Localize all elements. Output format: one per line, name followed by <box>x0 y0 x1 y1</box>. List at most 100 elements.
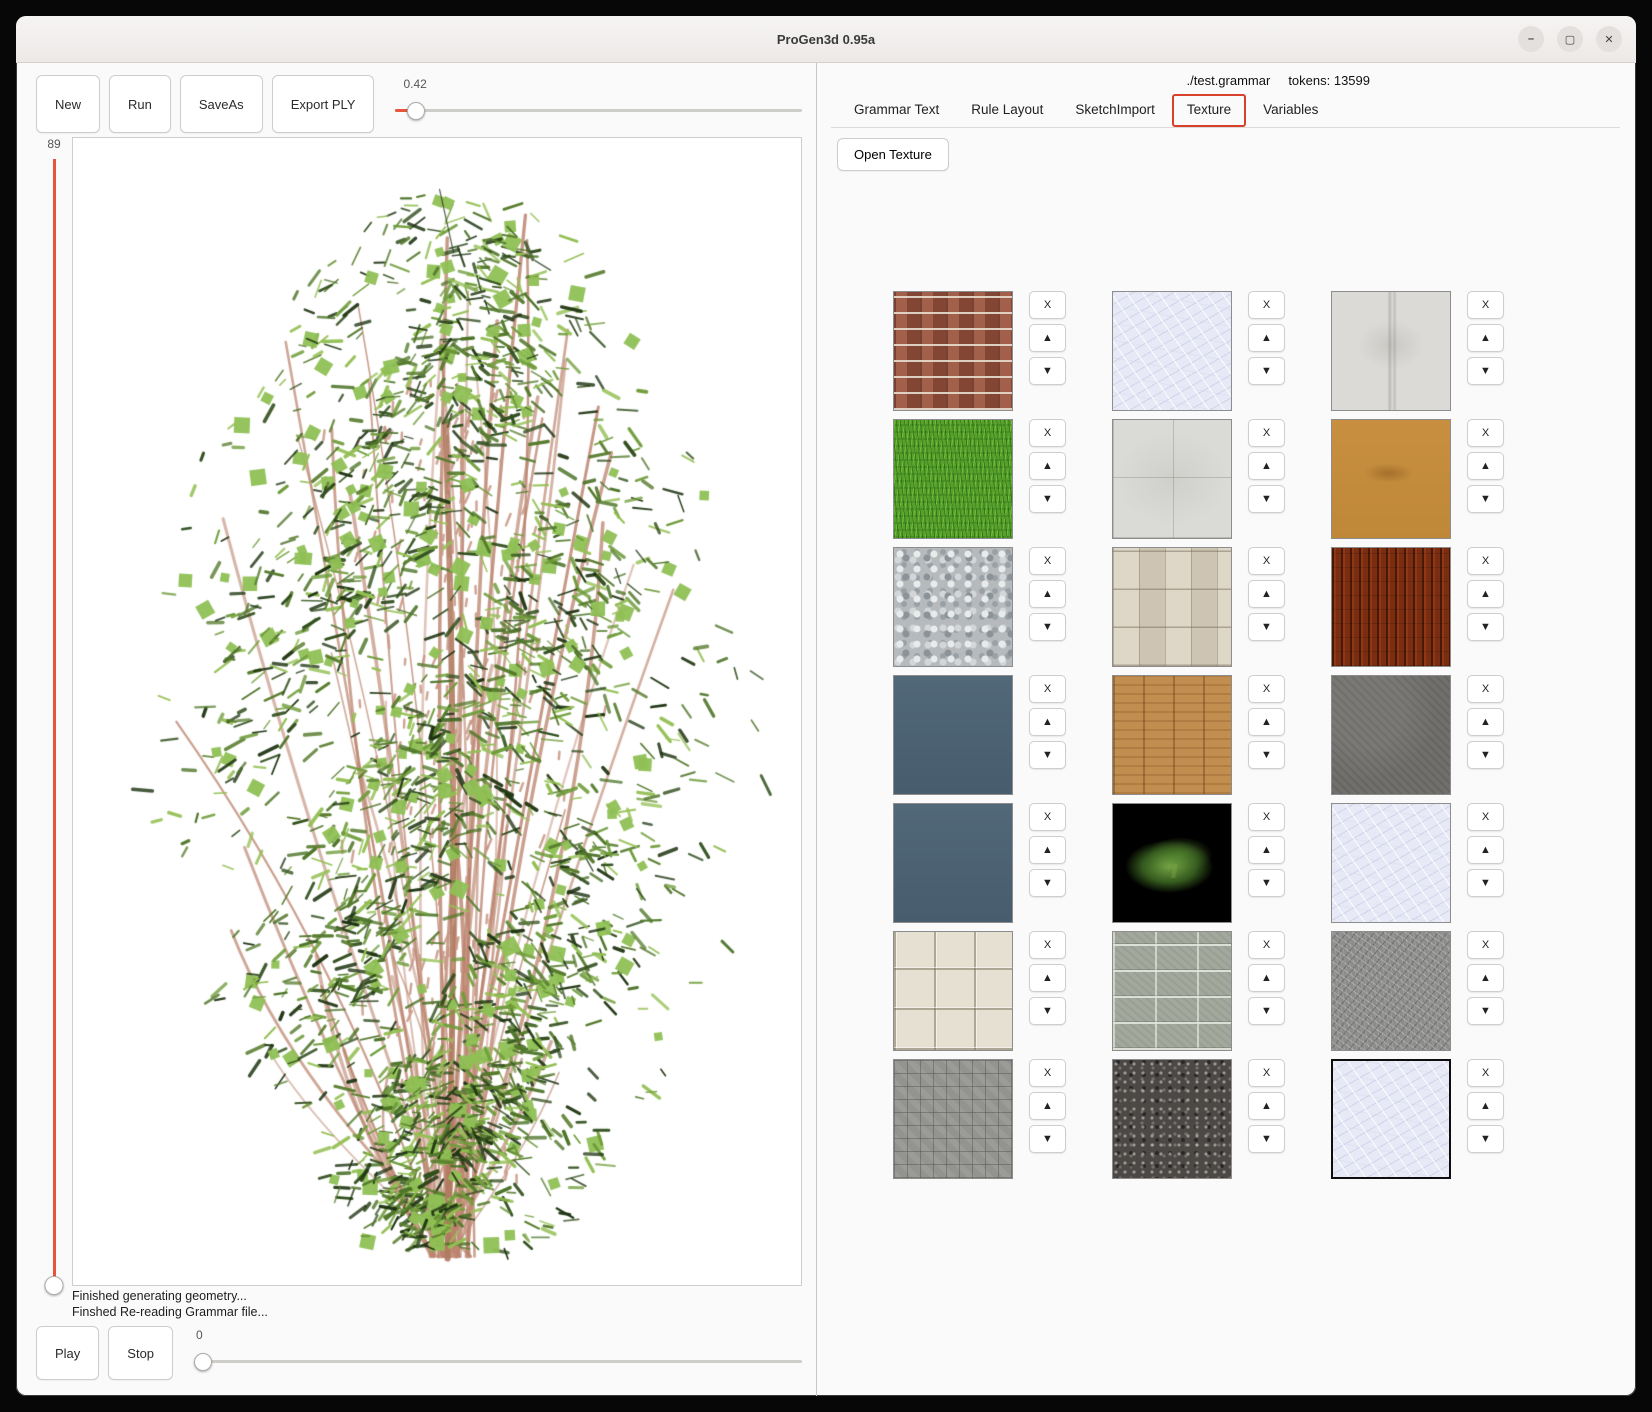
texture-thumb-red-brick[interactable] <box>893 291 1013 411</box>
texture-move-up-button[interactable]: ▲ <box>1029 1092 1066 1120</box>
texture-remove-button[interactable]: X <box>1248 675 1285 703</box>
texture-remove-button[interactable]: X <box>1467 419 1504 447</box>
texture-thumb-crinkled-paper-2[interactable] <box>1331 803 1451 923</box>
texture-move-down-button[interactable]: ▼ <box>1248 1125 1285 1153</box>
texture-move-down-button[interactable]: ▼ <box>1029 485 1066 513</box>
texture-move-up-button[interactable]: ▲ <box>1248 964 1285 992</box>
texture-thumb-conifer-branch[interactable] <box>1112 803 1232 923</box>
texture-move-down-button[interactable]: ▼ <box>1248 997 1285 1025</box>
export-ply-button[interactable]: Export PLY <box>271 75 375 133</box>
texture-move-down-button[interactable]: ▼ <box>1029 613 1066 641</box>
texture-remove-button[interactable]: X <box>1029 419 1066 447</box>
titlebar[interactable]: ProGen3d 0.95a – ▢ ✕ <box>16 16 1636 63</box>
run-button[interactable]: Run <box>109 75 171 133</box>
texture-move-up-button[interactable]: ▲ <box>1248 708 1285 736</box>
texture-thumb-crinkled-paper[interactable] <box>1112 291 1232 411</box>
texture-remove-button[interactable]: X <box>1467 803 1504 831</box>
tab-grammar-text[interactable]: Grammar Text <box>839 94 954 127</box>
texture-move-down-button[interactable]: ▼ <box>1467 357 1504 385</box>
animation-slider-track[interactable] <box>194 1360 802 1363</box>
texture-move-up-button[interactable]: ▲ <box>1467 1092 1504 1120</box>
tab-texture[interactable]: Texture <box>1171 94 1247 127</box>
texture-move-down-button[interactable]: ▼ <box>1248 613 1285 641</box>
texture-thumb-asphalt[interactable] <box>1112 1059 1232 1179</box>
tab-rule-layout[interactable]: Rule Layout <box>956 94 1058 127</box>
texture-move-up-button[interactable]: ▲ <box>1029 964 1066 992</box>
detail-slider-track[interactable] <box>395 109 802 112</box>
texture-move-up-button[interactable]: ▲ <box>1029 708 1066 736</box>
texture-move-down-button[interactable]: ▼ <box>1248 357 1285 385</box>
texture-remove-button[interactable]: X <box>1467 291 1504 319</box>
texture-thumb-concrete-blocks[interactable] <box>1112 931 1232 1051</box>
texture-remove-button[interactable]: X <box>1467 931 1504 959</box>
texture-remove-button[interactable]: X <box>1029 803 1066 831</box>
texture-move-down-button[interactable]: ▼ <box>1029 1125 1066 1153</box>
texture-thumb-stone-tiles[interactable] <box>1112 547 1232 667</box>
animation-slider-handle[interactable] <box>194 1353 213 1371</box>
stop-button[interactable]: Stop <box>108 1326 174 1380</box>
texture-remove-button[interactable]: X <box>1248 803 1285 831</box>
open-texture-button[interactable]: Open Texture <box>837 138 949 171</box>
texture-thumb-dark-wood[interactable] <box>1331 547 1451 667</box>
tab-variables[interactable]: Variables <box>1248 94 1333 127</box>
saveas-button[interactable]: SaveAs <box>179 75 263 133</box>
texture-thumb-grass[interactable] <box>893 419 1013 539</box>
texture-remove-button[interactable]: X <box>1029 547 1066 575</box>
texture-move-down-button[interactable]: ▼ <box>1467 613 1504 641</box>
tab-sketchimport[interactable]: SketchImport <box>1060 94 1170 127</box>
texture-remove-button[interactable]: X <box>1029 675 1066 703</box>
texture-move-down-button[interactable]: ▼ <box>1248 741 1285 769</box>
texture-move-up-button[interactable]: ▲ <box>1467 708 1504 736</box>
texture-remove-button[interactable]: X <box>1248 547 1285 575</box>
close-icon[interactable]: ✕ <box>1596 26 1622 52</box>
texture-thumb-scratched-gray[interactable] <box>1331 931 1451 1051</box>
generation-slider-handle[interactable] <box>44 1276 64 1295</box>
texture-move-down-button[interactable]: ▼ <box>1029 357 1066 385</box>
texture-thumb-oak-planks[interactable] <box>1112 675 1232 795</box>
texture-move-down-button[interactable]: ▼ <box>1467 997 1504 1025</box>
texture-move-up-button[interactable]: ▲ <box>1029 580 1066 608</box>
texture-move-up-button[interactable]: ▲ <box>1467 324 1504 352</box>
texture-thumb-dark-concrete[interactable] <box>1331 675 1451 795</box>
texture-move-up-button[interactable]: ▲ <box>1029 452 1066 480</box>
texture-move-up-button[interactable]: ▲ <box>1467 836 1504 864</box>
texture-thumb-concrete-tiles[interactable] <box>1112 419 1232 539</box>
texture-thumb-beige-tiles[interactable] <box>893 931 1013 1051</box>
generation-slider-track[interactable] <box>44 159 64 1295</box>
texture-move-up-button[interactable]: ▲ <box>1029 324 1066 352</box>
texture-remove-button[interactable]: X <box>1029 931 1066 959</box>
texture-remove-button[interactable]: X <box>1248 291 1285 319</box>
texture-move-down-button[interactable]: ▼ <box>1467 869 1504 897</box>
texture-move-down-button[interactable]: ▼ <box>1248 485 1285 513</box>
texture-thumb-slate-blue[interactable] <box>893 675 1013 795</box>
new-button[interactable]: New <box>36 75 101 133</box>
maximize-icon[interactable]: ▢ <box>1557 26 1583 52</box>
texture-move-down-button[interactable]: ▼ <box>1029 741 1066 769</box>
texture-move-down-button[interactable]: ▼ <box>1029 997 1066 1025</box>
texture-move-up-button[interactable]: ▲ <box>1248 1092 1285 1120</box>
texture-thumb-tan-clay[interactable] <box>1331 419 1451 539</box>
texture-move-up-button[interactable]: ▲ <box>1248 324 1285 352</box>
play-button[interactable]: Play <box>36 1326 100 1380</box>
texture-thumb-gravel[interactable] <box>893 547 1013 667</box>
tree-render-canvas[interactable] <box>73 138 801 1285</box>
texture-remove-button[interactable]: X <box>1467 675 1504 703</box>
texture-remove-button[interactable]: X <box>1248 419 1285 447</box>
texture-move-down-button[interactable]: ▼ <box>1467 485 1504 513</box>
texture-move-up-button[interactable]: ▲ <box>1248 452 1285 480</box>
texture-move-up-button[interactable]: ▲ <box>1029 836 1066 864</box>
texture-move-up-button[interactable]: ▲ <box>1248 580 1285 608</box>
texture-move-up-button[interactable]: ▲ <box>1467 452 1504 480</box>
texture-thumb-slate-blue-2[interactable] <box>893 803 1013 923</box>
texture-move-down-button[interactable]: ▼ <box>1467 1125 1504 1153</box>
texture-move-down-button[interactable]: ▼ <box>1248 869 1285 897</box>
minimize-icon[interactable]: – <box>1518 26 1544 52</box>
render-viewport[interactable] <box>72 137 802 1286</box>
texture-thumb-crinkled-paper-3[interactable] <box>1331 1059 1451 1179</box>
texture-remove-button[interactable]: X <box>1467 547 1504 575</box>
texture-thumb-gray-mosaic[interactable] <box>893 1059 1013 1179</box>
texture-move-up-button[interactable]: ▲ <box>1248 836 1285 864</box>
texture-move-up-button[interactable]: ▲ <box>1467 580 1504 608</box>
texture-remove-button[interactable]: X <box>1029 291 1066 319</box>
texture-move-down-button[interactable]: ▼ <box>1029 869 1066 897</box>
